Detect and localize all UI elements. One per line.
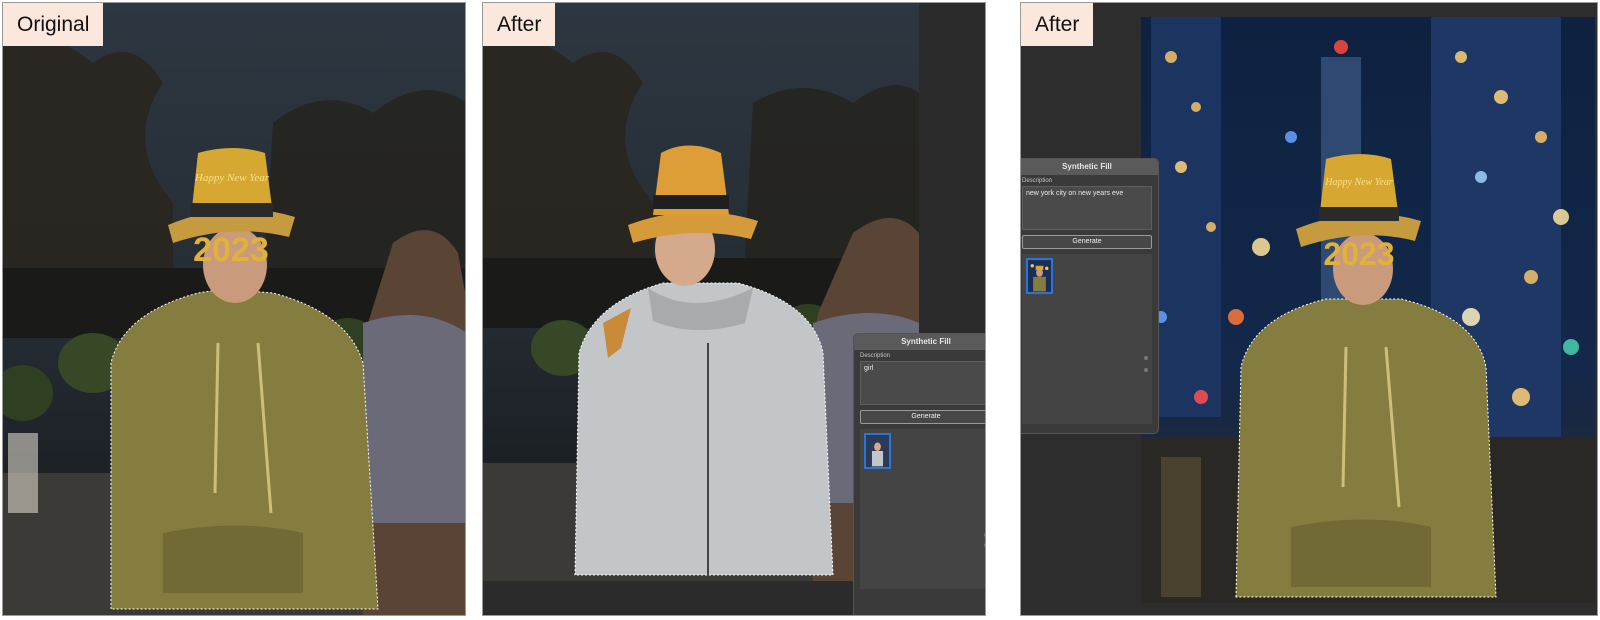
synthetic-fill-panel: Synthetic Fill Description girl Generate bbox=[853, 333, 985, 615]
description-label: Description bbox=[1022, 178, 1053, 184]
synthetic-fill-panel-2: Synthetic Fill Description new york city… bbox=[1021, 158, 1159, 434]
description-input[interactable]: new york city on new years eve bbox=[1022, 186, 1152, 230]
results-area bbox=[1022, 254, 1152, 424]
hat-text-nyc: Happy New Year bbox=[1324, 177, 1393, 188]
after-photo-nyc: Happy New Year 2023 bbox=[1141, 17, 1595, 603]
panel-title: Synthetic Fill bbox=[1021, 159, 1158, 175]
after-label-2: After bbox=[1021, 3, 1094, 46]
glasses-text-nyc: 2023 bbox=[1323, 236, 1394, 272]
generate-button[interactable]: Generate bbox=[860, 410, 985, 424]
result-thumbnail[interactable] bbox=[864, 433, 891, 469]
glasses-text: 2023 bbox=[193, 231, 269, 269]
original-photo: Happy New Year 2023 bbox=[3, 3, 465, 615]
results-area bbox=[860, 429, 985, 589]
description-label: Description bbox=[860, 353, 891, 359]
original-panel: Original Happy New Year 2023 bbox=[2, 2, 466, 616]
after-panel-girl: After Synthetic Fill Description girl Ge… bbox=[482, 2, 986, 616]
scroll-indicator[interactable] bbox=[1144, 356, 1148, 360]
generate-button[interactable]: Generate bbox=[1022, 235, 1152, 249]
after-panel-nyc: After Happy New Year 2023 Synthetic Fill… bbox=[1020, 2, 1598, 616]
panel-title: Synthetic Fill bbox=[854, 334, 985, 350]
scroll-indicator[interactable] bbox=[984, 533, 985, 537]
result-thumbnail[interactable] bbox=[1026, 258, 1053, 294]
scroll-indicator[interactable] bbox=[984, 543, 985, 547]
scroll-indicator[interactable] bbox=[1144, 368, 1148, 372]
after-label-1: After bbox=[483, 3, 556, 46]
hat-text: Happy New Year bbox=[194, 172, 270, 184]
description-input[interactable]: girl bbox=[860, 361, 985, 405]
original-label: Original bbox=[3, 3, 104, 46]
